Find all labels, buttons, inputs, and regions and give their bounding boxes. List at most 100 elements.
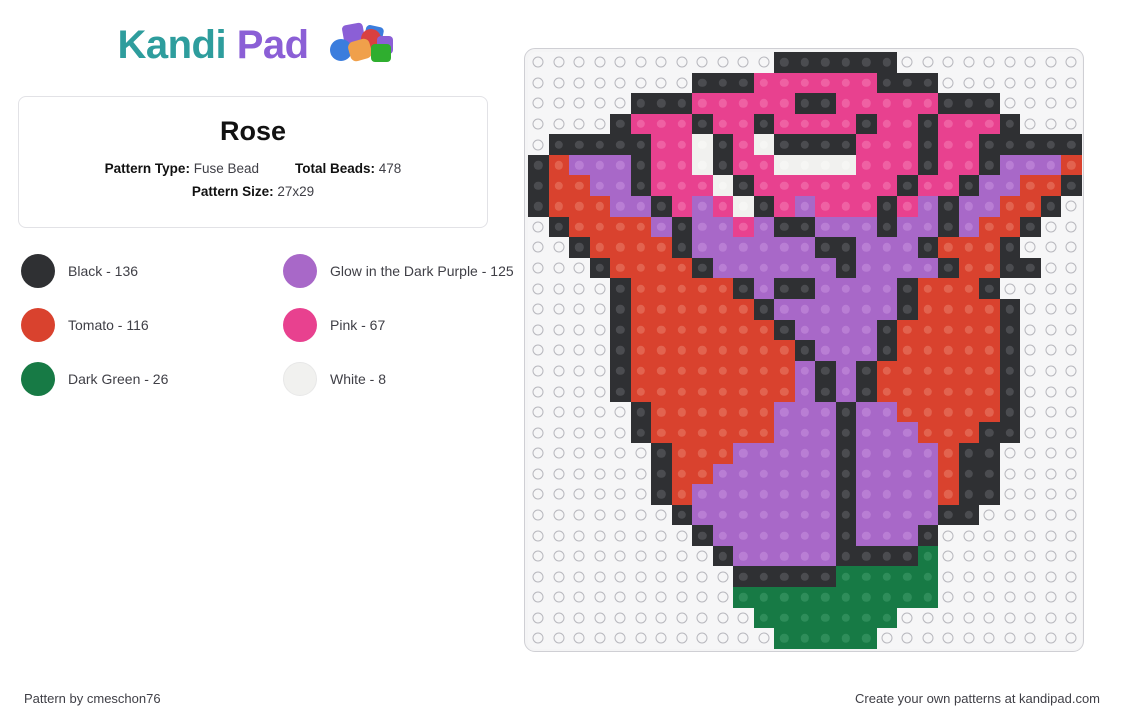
bead-cell-empty[interactable] [610, 463, 631, 485]
bead-cell[interactable] [815, 278, 836, 299]
bead-cell[interactable] [856, 628, 877, 649]
bead-cell[interactable] [671, 504, 692, 526]
bead-cell-empty[interactable] [1040, 93, 1061, 114]
bead-cell[interactable] [815, 401, 836, 423]
bead-cell-empty[interactable] [630, 587, 651, 608]
bead-cell[interactable] [774, 52, 795, 73]
bead-cell[interactable] [835, 422, 856, 443]
bead-cell-empty[interactable] [528, 484, 549, 505]
bead-cell[interactable] [733, 278, 754, 299]
bead-cell-empty[interactable] [589, 484, 610, 505]
bead-cell[interactable] [876, 278, 897, 299]
bead-cell[interactable] [979, 257, 1000, 279]
bead-cell[interactable] [589, 257, 610, 279]
bead-cell[interactable] [589, 175, 610, 197]
bead-cell[interactable] [815, 113, 836, 135]
bead-cell-empty[interactable] [958, 72, 979, 94]
bead-cell-empty[interactable] [1040, 545, 1061, 567]
bead-cell[interactable] [876, 72, 897, 94]
bead-cell[interactable] [897, 587, 918, 608]
bead-cell[interactable] [856, 422, 877, 443]
bead-cell-empty[interactable] [999, 442, 1020, 464]
bead-cell-empty[interactable] [938, 607, 959, 629]
bead-cell-empty[interactable] [548, 381, 569, 402]
bead-cell-empty[interactable] [1040, 381, 1061, 402]
bead-cell[interactable] [917, 134, 938, 155]
bead-cell[interactable] [774, 319, 795, 341]
bead-cell[interactable] [794, 298, 815, 320]
bead-cell[interactable] [1040, 196, 1061, 217]
bead-cell[interactable] [876, 93, 897, 114]
bead-cell-empty[interactable] [1061, 237, 1082, 258]
bead-cell[interactable] [999, 196, 1020, 217]
bead-cell-empty[interactable] [548, 237, 569, 258]
bead-cell-empty[interactable] [1061, 422, 1082, 443]
bead-cell[interactable] [794, 566, 815, 588]
bead-cell[interactable] [958, 360, 979, 382]
bead-cell[interactable] [897, 196, 918, 217]
bead-cell-empty[interactable] [651, 72, 672, 94]
bead-cell[interactable] [712, 278, 733, 299]
bead-cell[interactable] [938, 154, 959, 176]
bead-cell[interactable] [794, 196, 815, 217]
bead-cell-empty[interactable] [1020, 298, 1041, 320]
bead-cell[interactable] [712, 504, 733, 526]
bead-cell[interactable] [774, 442, 795, 464]
bead-cell[interactable] [671, 401, 692, 423]
bead-cell-empty[interactable] [651, 628, 672, 649]
bead-cell[interactable] [712, 216, 733, 238]
bead-cell[interactable] [835, 298, 856, 320]
bead-cell[interactable] [897, 504, 918, 526]
bead-cell[interactable] [733, 587, 754, 608]
bead-cell[interactable] [651, 278, 672, 299]
bead-cell[interactable] [712, 175, 733, 197]
bead-cell[interactable] [835, 196, 856, 217]
bead-cell[interactable] [876, 175, 897, 197]
bead-cell-empty[interactable] [979, 628, 1000, 649]
bead-cell[interactable] [897, 340, 918, 361]
bead-cell-empty[interactable] [1020, 442, 1041, 464]
bead-cell-empty[interactable] [958, 545, 979, 567]
bead-cell[interactable] [1020, 216, 1041, 238]
bead-cell[interactable] [794, 52, 815, 73]
bead-cell[interactable] [979, 196, 1000, 217]
bead-cell[interactable] [815, 525, 836, 546]
bead-cell[interactable] [958, 237, 979, 258]
bead-cell[interactable] [692, 401, 713, 423]
bead-cell[interactable] [979, 154, 1000, 176]
bead-cell[interactable] [651, 113, 672, 135]
bead-cell-empty[interactable] [528, 545, 549, 567]
bead-cell[interactable] [733, 401, 754, 423]
bead-cell[interactable] [733, 545, 754, 567]
bead-cell-empty[interactable] [1061, 401, 1082, 423]
bead-cell[interactable] [630, 381, 651, 402]
bead-cell-empty[interactable] [630, 72, 651, 94]
bead-cell[interactable] [1020, 257, 1041, 279]
bead-cell[interactable] [979, 463, 1000, 485]
bead-cell-empty[interactable] [1020, 360, 1041, 382]
bead-cell-empty[interactable] [999, 278, 1020, 299]
bead-cell[interactable] [1020, 154, 1041, 176]
bead-cell-empty[interactable] [1061, 484, 1082, 505]
bead-cell[interactable] [856, 93, 877, 114]
bead-cell[interactable] [569, 237, 590, 258]
bead-cell[interactable] [692, 278, 713, 299]
bead-cell[interactable] [630, 319, 651, 341]
bead-cell-empty[interactable] [548, 463, 569, 485]
bead-cell-empty[interactable] [1020, 52, 1041, 73]
bead-cell[interactable] [692, 93, 713, 114]
bead-cell-empty[interactable] [958, 566, 979, 588]
bead-cell[interactable] [856, 134, 877, 155]
bead-cell[interactable] [630, 93, 651, 114]
bead-cell-empty[interactable] [610, 442, 631, 464]
bead-cell[interactable] [630, 278, 651, 299]
bead-cell[interactable] [692, 216, 713, 238]
bead-cell[interactable] [938, 381, 959, 402]
bead-cell[interactable] [999, 175, 1020, 197]
bead-cell[interactable] [856, 442, 877, 464]
bead-cell[interactable] [999, 422, 1020, 443]
bead-cell[interactable] [753, 360, 774, 382]
bead-cell-empty[interactable] [569, 628, 590, 649]
bead-cell-empty[interactable] [569, 52, 590, 73]
bead-cell-empty[interactable] [692, 587, 713, 608]
